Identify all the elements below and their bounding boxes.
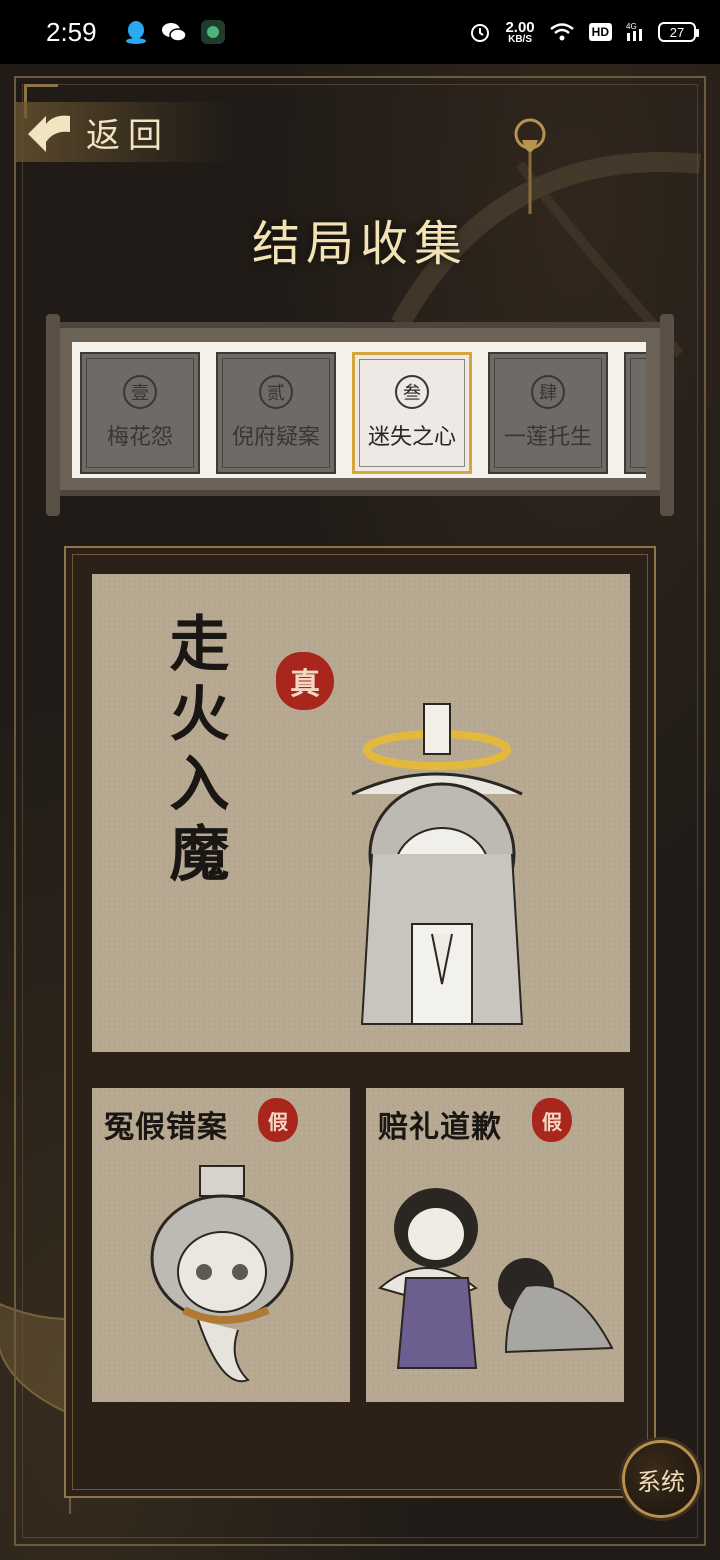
chapter-name: 一莲托生: [503, 425, 592, 450]
chapter-number: 肆: [531, 375, 565, 409]
chapter-item-5[interactable]: 宫: [624, 352, 646, 474]
ending-card-main[interactable]: 走火入魔 真: [92, 574, 630, 1052]
status-time: 2:59: [46, 16, 97, 47]
chapter-name: 倪府疑案: [231, 425, 320, 450]
chapter-number: 贰: [259, 375, 293, 409]
ending-card-b[interactable]: 赔礼道歉 假: [366, 1088, 624, 1402]
signal-icon: 4G: [626, 22, 642, 41]
chapter-list-viewport[interactable]: 壹 梅花怨 贰 倪府疑案 叁 迷失之心 肆 一莲托生 宫: [72, 342, 646, 478]
wechat-icon: [161, 23, 187, 42]
chapter-scroll: 壹 梅花怨 贰 倪府疑案 叁 迷失之心 肆 一莲托生 宫: [46, 314, 674, 516]
ending-title: 冤假错案: [104, 1110, 228, 1145]
chapter-number: 叁: [395, 375, 429, 409]
game-screen: 返回 结局收集 壹 梅花怨 贰 倪府疑案 叁 迷失之心 肆 一莲托生 走火入魔 …: [0, 64, 720, 1560]
scroll-rod-right: [660, 314, 674, 516]
ending-title: 走火入魔: [159, 612, 229, 892]
network-type: 4G: [626, 22, 637, 31]
app-icon: [200, 20, 225, 44]
back-button[interactable]: 返回: [16, 102, 236, 162]
notification-icons: [125, 20, 225, 44]
ending-title: 赔礼道歉: [378, 1110, 502, 1145]
ending-card-a[interactable]: 冤假错案 假: [92, 1088, 350, 1402]
net-speed: 2.00 KB/S: [505, 18, 535, 45]
wifi-icon: [549, 23, 574, 41]
chapter-item-4[interactable]: 肆 一莲托生: [488, 352, 608, 474]
chapter-name: 迷失之心: [367, 425, 456, 450]
two-characters-illustration: [377, 1188, 614, 1369]
back-arrow-icon: [28, 115, 70, 152]
chapter-item-1[interactable]: 壹 梅花怨: [80, 352, 200, 474]
false-ending-seal: 假: [532, 1098, 572, 1142]
endings-panel: 走火入魔 真 冤假错案 假 赔礼道歉 假: [64, 546, 656, 1498]
hd-badge: HD: [588, 23, 612, 41]
chapter-name: 梅花怨: [106, 425, 173, 450]
back-label: 返回: [86, 115, 170, 156]
page-title: 结局收集: [251, 216, 468, 272]
chapter-list: 壹 梅花怨 贰 倪府疑案 叁 迷失之心 肆 一莲托生 宫: [72, 342, 646, 478]
chapter-item-3[interactable]: 叁 迷失之心: [352, 352, 472, 474]
battery-indicator: 27: [658, 22, 699, 42]
character-illustration: [351, 703, 524, 1025]
false-ending-seal: 假: [258, 1098, 298, 1142]
ghost-character-illustration: [150, 1165, 294, 1383]
system-button[interactable]: 系统: [622, 1440, 700, 1518]
chapter-item-2[interactable]: 贰 倪府疑案: [216, 352, 336, 474]
alarm-icon: [471, 24, 490, 42]
scroll-rod-left: [46, 314, 60, 516]
status-bar: 2:59 2.00 KB/S HD 4G 27: [0, 0, 720, 64]
true-ending-seal: 真: [276, 652, 334, 710]
system-icons: 2.00 KB/S HD 4G 27: [469, 18, 699, 45]
chapter-number: 壹: [123, 375, 157, 409]
qq-icon: [125, 21, 146, 44]
